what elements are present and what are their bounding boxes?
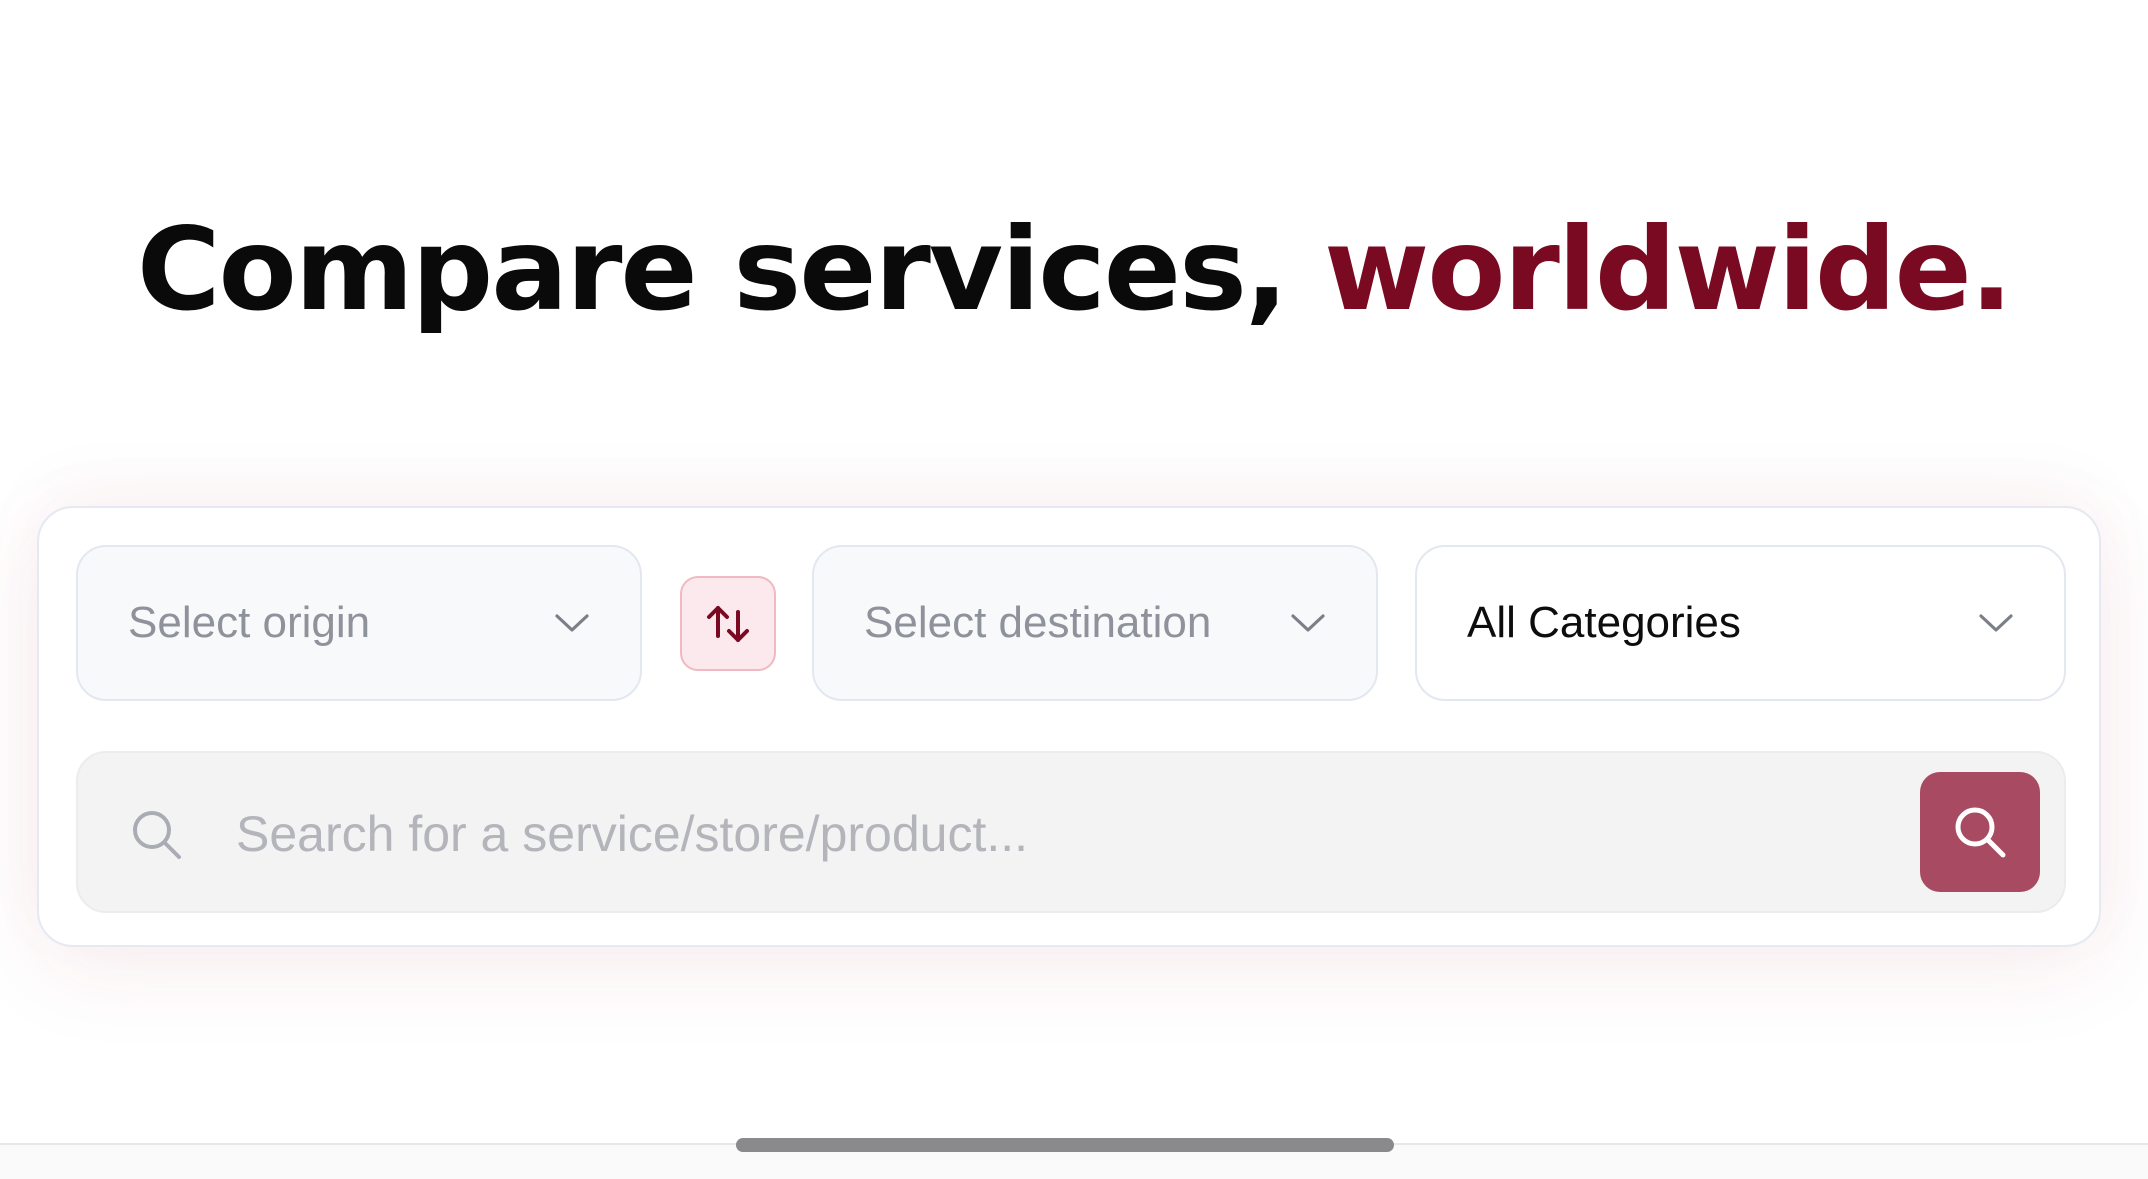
destination-select[interactable]: Select destination xyxy=(812,545,1378,701)
search-icon xyxy=(133,811,181,859)
origin-select-label: Select origin xyxy=(128,598,371,647)
headline-accent: worldwide. xyxy=(1323,203,2013,336)
chevron-down-icon xyxy=(1291,614,1325,632)
chevron-down-icon xyxy=(555,614,589,632)
category-select[interactable]: All Categories xyxy=(1415,545,2066,701)
search-bar xyxy=(76,751,2066,913)
home-indicator[interactable] xyxy=(736,1138,1394,1152)
swap-arrows-icon xyxy=(707,605,749,642)
search-input[interactable] xyxy=(234,783,1838,885)
page: Compare services, worldwide. Select orig… xyxy=(0,0,2148,1179)
swap-button[interactable] xyxy=(680,576,776,671)
category-select-label: All Categories xyxy=(1467,598,1741,647)
chevron-down-icon xyxy=(1979,614,2013,632)
headline-prefix: Compare services, xyxy=(136,203,1324,336)
search-button[interactable] xyxy=(1920,772,2040,892)
search-card: Select origin Select destination All Cat… xyxy=(37,506,2101,947)
origin-select[interactable]: Select origin xyxy=(76,545,642,701)
search-icon xyxy=(1955,807,2006,858)
page-headline: Compare services, worldwide. xyxy=(0,195,2148,345)
destination-select-label: Select destination xyxy=(864,598,1212,647)
